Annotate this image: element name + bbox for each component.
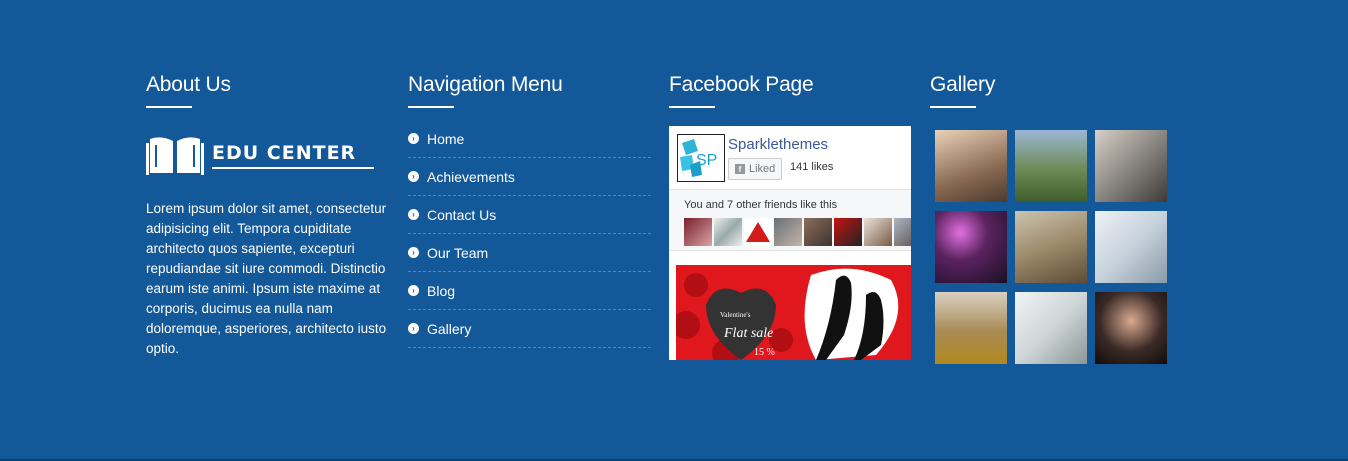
- laptop-work-photo[interactable]: [1095, 211, 1167, 283]
- friend-avatar[interactable]: [714, 218, 742, 246]
- desk-papers-photo[interactable]: [1015, 292, 1087, 364]
- mountain-landscape-photo[interactable]: [1015, 130, 1087, 202]
- woman-reading-photo[interactable]: [1095, 130, 1167, 202]
- chevron-right-icon: ›: [408, 133, 419, 144]
- friends-like-box: You and 7 other friends like this: [669, 190, 911, 251]
- about-us-section: About Us EDU CENTER Lorem ipsum dolor si…: [146, 72, 391, 359]
- edu-center-logo[interactable]: EDU CENTER: [146, 133, 391, 177]
- nav-item-label: Blog: [427, 282, 456, 299]
- title-underline: [669, 106, 715, 108]
- title-underline: [146, 106, 192, 108]
- facebook-page-section: Facebook Page SP Sparklethemes f Liked 1…: [669, 72, 911, 360]
- friend-avatar[interactable]: [834, 218, 862, 246]
- navigation-menu-title: Navigation Menu: [408, 73, 563, 96]
- woman-portrait-photo[interactable]: [1095, 292, 1167, 364]
- open-book-icon: [146, 137, 204, 175]
- logo-text: EDU CENTER: [212, 142, 357, 164]
- friends-group-photo[interactable]: [935, 130, 1007, 202]
- navigation-menu-section: Navigation Menu › Home › Achievements › …: [408, 72, 651, 348]
- friend-avatar[interactable]: [894, 218, 911, 246]
- nav-item-label: Contact Us: [427, 206, 497, 223]
- sparklethemes-logo-icon: SP: [680, 139, 717, 177]
- chevron-right-icon: ›: [408, 209, 419, 220]
- liked-button[interactable]: f Liked: [728, 158, 783, 180]
- facebook-page-title: Facebook Page: [669, 73, 814, 96]
- gallery-section: Gallery: [930, 72, 1170, 364]
- chevron-right-icon: ›: [408, 285, 419, 296]
- banner-big-text: Flat sale: [723, 326, 773, 341]
- facebook-icon: f: [735, 164, 745, 174]
- chevron-right-icon: ›: [408, 171, 419, 182]
- about-description: Lorem ipsum dolor sit amet, consectetur …: [146, 201, 387, 356]
- fashion-show-photo[interactable]: [935, 292, 1007, 364]
- facebook-page-name[interactable]: Sparklethemes: [728, 136, 828, 153]
- friend-avatar[interactable]: [744, 218, 772, 246]
- red-triangle-icon: [746, 222, 770, 242]
- nav-item-blog[interactable]: › Blog: [408, 272, 651, 310]
- logo-underline: [212, 167, 374, 169]
- likes-count: 141 likes: [790, 161, 834, 173]
- concert-lights-photo[interactable]: [935, 211, 1007, 283]
- avatar-text: SP: [696, 152, 717, 169]
- nav-item-our-team[interactable]: › Our Team: [408, 234, 651, 272]
- banner-small-text: Valentine's: [720, 311, 751, 319]
- nav-item-gallery[interactable]: › Gallery: [408, 310, 651, 348]
- nav-item-label: Gallery: [427, 320, 472, 337]
- friends-like-text: You and 7 other friends like this: [684, 199, 838, 211]
- gallery-title: Gallery: [930, 73, 996, 96]
- friend-avatar[interactable]: [774, 218, 802, 246]
- friend-avatar[interactable]: [684, 218, 712, 246]
- title-underline: [408, 106, 454, 108]
- nav-item-contact-us[interactable]: › Contact Us: [408, 196, 651, 234]
- nav-item-label: Our Team: [427, 244, 489, 261]
- guitar-outdoors-photo[interactable]: [1015, 211, 1087, 283]
- friend-avatar[interactable]: [804, 218, 832, 246]
- valentine-sale-banner: Valentine's Flat sale 15 %: [676, 265, 911, 360]
- nav-item-label: Home: [427, 130, 465, 147]
- nav-item-home[interactable]: › Home: [408, 120, 651, 158]
- facebook-cover-banner[interactable]: Valentine's Flat sale 15 %: [676, 265, 911, 360]
- chevron-right-icon: ›: [408, 247, 419, 258]
- title-underline: [930, 106, 976, 108]
- nav-item-achievements[interactable]: › Achievements: [408, 158, 651, 196]
- friend-avatar[interactable]: [864, 218, 892, 246]
- page-avatar[interactable]: SP: [677, 134, 725, 182]
- navigation-list: › Home › Achievements › Contact Us › Our…: [408, 120, 651, 348]
- facebook-widget-header: SP Sparklethemes f Liked 141 likes: [669, 126, 911, 190]
- chevron-right-icon: ›: [408, 323, 419, 334]
- gallery-grid: [935, 130, 1170, 364]
- facebook-page-widget: SP Sparklethemes f Liked 141 likes You a…: [669, 126, 911, 360]
- banner-percent-text: 15 %: [754, 347, 775, 358]
- about-us-title: About Us: [146, 73, 231, 96]
- liked-label: Liked: [749, 163, 776, 175]
- friend-avatars: [684, 218, 911, 246]
- nav-item-label: Achievements: [427, 168, 515, 185]
